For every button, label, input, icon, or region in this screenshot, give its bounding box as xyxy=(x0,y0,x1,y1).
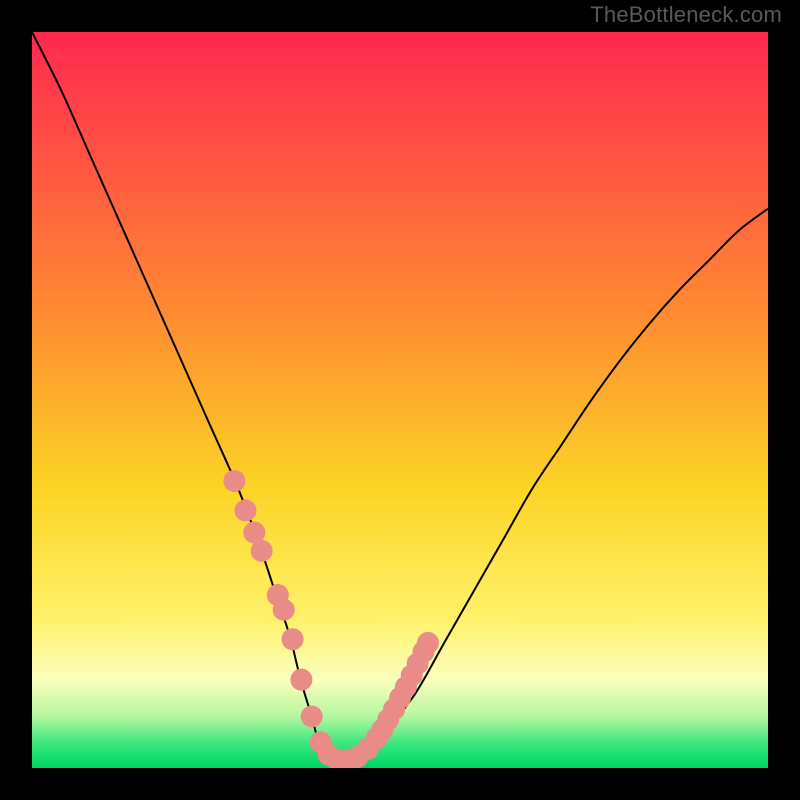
chart-plot xyxy=(32,32,768,768)
data-marker xyxy=(417,632,439,654)
data-marker xyxy=(234,499,256,521)
data-marker xyxy=(282,628,304,650)
chart-frame: TheBottleneck.com xyxy=(0,0,800,800)
watermark-text: TheBottleneck.com xyxy=(590,2,782,28)
data-marker xyxy=(251,540,273,562)
data-marker xyxy=(273,599,295,621)
data-marker xyxy=(290,669,312,691)
gradient-background xyxy=(32,32,768,768)
data-marker xyxy=(301,705,323,727)
data-marker xyxy=(223,470,245,492)
